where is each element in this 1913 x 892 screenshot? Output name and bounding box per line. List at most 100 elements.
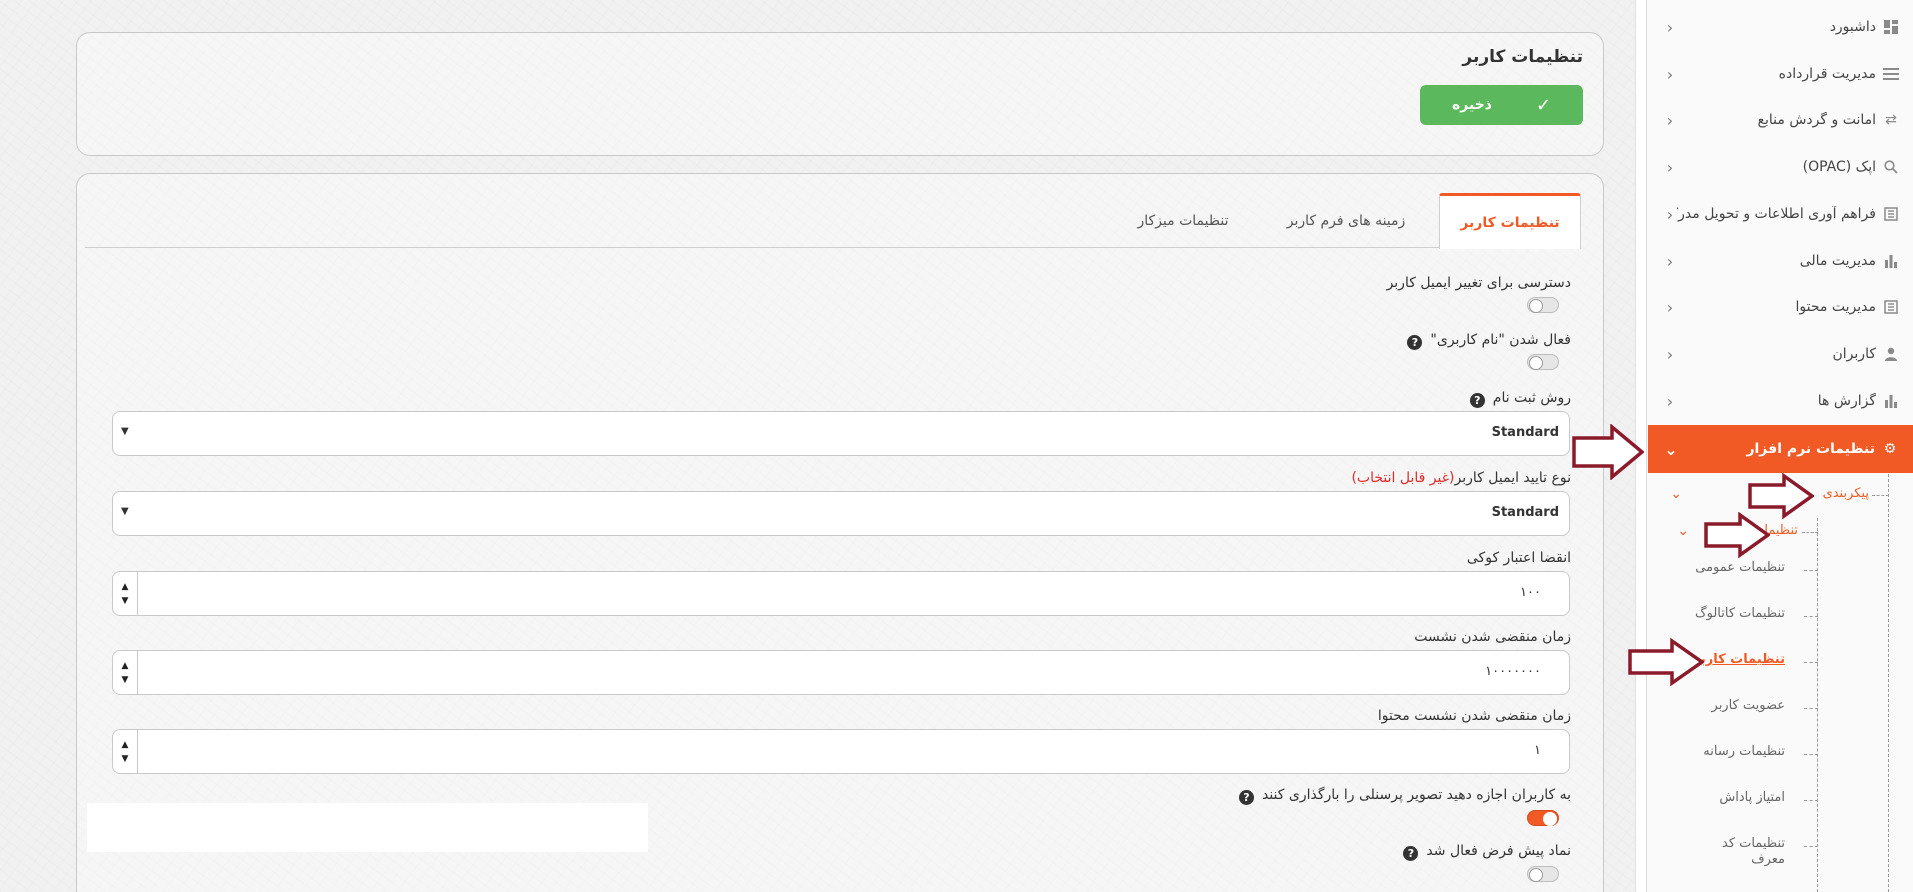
spin-down-icon[interactable]: ▼ xyxy=(122,752,129,766)
dashboard-icon xyxy=(1882,18,1900,36)
spin-down-icon[interactable]: ▼ xyxy=(122,673,129,687)
tree-branch xyxy=(1804,754,1818,755)
sidebar-item-label: کاربران xyxy=(1832,346,1876,362)
sidebar-subitem-referral-code[interactable]: تنظیمات کد xyxy=(1722,836,1785,851)
number-spinner[interactable]: ▲ ▼ xyxy=(113,572,138,615)
spin-down-icon[interactable]: ▼ xyxy=(122,594,129,608)
email-verification-value: Standard xyxy=(1491,505,1559,520)
email-verification-text: نوع تایید ایمیل کاربر xyxy=(1454,470,1571,486)
sidebar-item-dashboard[interactable]: داشبورد ‹ xyxy=(1647,4,1913,50)
registration-method-text: روش ثبت نام xyxy=(1492,390,1571,406)
caret-down-icon: ▼ xyxy=(121,426,129,437)
tab-desk-settings[interactable]: تنظیمات میزکار xyxy=(1113,193,1253,249)
sidebar-item-label: مدیریت قرارداده xyxy=(1778,66,1876,82)
spin-up-icon[interactable]: ▲ xyxy=(122,738,129,752)
default-avatar-text: نماد پیش فرض فعال شد xyxy=(1426,843,1571,859)
tab-user-settings[interactable]: تنظیمات کاربر xyxy=(1439,193,1581,249)
email-verification-select[interactable]: Standard ▼ xyxy=(112,491,1570,536)
chevron-left-icon: ‹ xyxy=(1666,204,1674,224)
chevron-left-icon: ‹ xyxy=(1666,251,1674,271)
sidebar-subitem-media[interactable]: تنظیمات رسانه xyxy=(1703,744,1785,759)
not-selectable-note: (غیر قابل انتخاب) xyxy=(1351,470,1455,486)
contract-icon xyxy=(1882,65,1900,83)
user-icon xyxy=(1882,345,1900,363)
chevron-left-icon: ‹ xyxy=(1666,344,1674,364)
tree-branch xyxy=(1804,846,1818,847)
tree-branch xyxy=(1804,708,1818,709)
help-icon[interactable]: ? xyxy=(1238,790,1254,805)
number-spinner[interactable]: ▲ ▼ xyxy=(113,651,138,694)
session-expiry-label: زمان منقضی شدن نشست xyxy=(1414,629,1571,645)
cookie-expiry-input[interactable]: ۱۰۰ ▲ ▼ xyxy=(112,571,1570,616)
tree-branch xyxy=(1804,800,1818,801)
sidebar-item-acquisition[interactable]: فراهم آوری اطلاعات و تحویل مدرک ‹ xyxy=(1647,191,1913,237)
sidebar-subitem-reward[interactable]: امتیاز پاداش xyxy=(1719,790,1785,805)
email-change-access-toggle[interactable] xyxy=(1527,297,1559,313)
sidebar-item-content[interactable]: مدیریت محتوا ‹ xyxy=(1647,284,1913,330)
content-session-expiry-value: ۱ xyxy=(1534,743,1541,758)
sidebar-subitem-config[interactable]: پیکربندی xyxy=(1823,486,1869,501)
exchange-icon: ⇄ xyxy=(1885,112,1897,128)
spin-up-icon[interactable]: ▲ xyxy=(122,659,129,673)
sidebar-subitem-catalog[interactable]: تنظیمات کاتالوگ xyxy=(1695,606,1785,621)
tab-user-form-fields[interactable]: زمینه های فرم کاربر xyxy=(1271,193,1421,249)
sidebar-subitem-general[interactable]: تنظیمات عمومی xyxy=(1695,560,1785,575)
registration-method-value: Standard xyxy=(1491,425,1559,440)
registration-method-select[interactable]: Standard ▼ xyxy=(112,411,1570,456)
chevron-down-icon: ⌄ xyxy=(1677,523,1689,539)
allow-photo-toggle[interactable] xyxy=(1527,810,1559,826)
session-expiry-input[interactable]: ۱۰۰۰۰۰۰۰ ▲ ▼ xyxy=(112,650,1570,695)
allow-photo-label: به کاربران اجازه دهید تصویر پرسنلی را با… xyxy=(1238,787,1571,805)
chevron-left-icon: ‹ xyxy=(1666,110,1674,130)
registration-method-label: روش ثبت نام? xyxy=(1469,390,1571,408)
sidebar-subitem-membership[interactable]: عضویت کاربر xyxy=(1712,698,1785,713)
tree-line xyxy=(1888,474,1889,892)
tree-branch xyxy=(1804,662,1818,663)
sidebar-item-label: مدیریت محتوا xyxy=(1795,299,1876,315)
help-icon[interactable]: ? xyxy=(1469,393,1485,408)
chevron-down-icon: ⌄ xyxy=(1664,439,1678,459)
help-icon[interactable]: ? xyxy=(1407,335,1423,350)
sidebar-item-finance[interactable]: مدیریت مالی ‹ xyxy=(1647,238,1913,284)
save-button[interactable]: ✓ ذخیره xyxy=(1420,85,1583,125)
email-change-access-label: دسترسی برای تغییر ایمیل کاربر xyxy=(1386,275,1571,291)
help-icon[interactable]: ? xyxy=(1403,846,1419,861)
sidebar-item-software-settings[interactable]: ⚙ تنظیمات نرم افزار ⌄ xyxy=(1648,425,1913,473)
sidebar-item-label: فراهم آوری اطلاعات و تحویل مدرک xyxy=(1677,206,1876,222)
sidebar-item-users[interactable]: کاربران ‹ xyxy=(1647,331,1913,377)
sidebar-subitem-user-settings[interactable]: تنظیمات کاربر xyxy=(1693,652,1785,667)
sidebar-subitem-referral-code-line2: معرف xyxy=(1751,852,1785,867)
default-avatar-label: نماد پیش فرض فعال شد? xyxy=(1403,843,1571,861)
tree-branch xyxy=(1804,570,1818,571)
chevron-left-icon: ‹ xyxy=(1666,297,1674,317)
sidebar-item-label: امانت و گردش منابع xyxy=(1757,112,1876,128)
content-session-expiry-input[interactable]: ۱ ▲ ▼ xyxy=(112,729,1570,774)
sidebar-item-label: گزارش ها xyxy=(1817,393,1876,409)
bar-chart-icon xyxy=(1882,392,1900,410)
spin-up-icon[interactable]: ▲ xyxy=(122,580,129,594)
chevron-down-icon: ⌄ xyxy=(1670,486,1682,502)
content-session-expiry-label: زمان منقضی شدن نشست محتوا xyxy=(1377,708,1571,724)
sidebar-item-label: مدیریت مالی xyxy=(1799,253,1876,269)
annotation-arrow-icon xyxy=(1628,638,1704,686)
gear-icon: ⚙ xyxy=(1883,441,1897,457)
chevron-left-icon: ‹ xyxy=(1666,157,1674,177)
tree-line xyxy=(1817,518,1818,892)
sidebar-item-contracts[interactable]: مدیریت قرارداده ‹ xyxy=(1647,51,1913,97)
session-expiry-value: ۱۰۰۰۰۰۰۰ xyxy=(1485,664,1541,679)
username-activation-label: فعال شدن "نام کاربری"? xyxy=(1407,332,1571,350)
username-activation-toggle[interactable] xyxy=(1527,354,1559,370)
sidebar-item-circulation[interactable]: ⇄ امانت و گردش منابع ‹ xyxy=(1647,97,1913,143)
cookie-expiry-value: ۱۰۰ xyxy=(1520,585,1541,600)
tree-branch xyxy=(1804,616,1818,617)
email-verification-label: نوع تایید ایمیل کاربر(غیر قابل انتخاب) xyxy=(1351,470,1571,486)
number-spinner[interactable]: ▲ ▼ xyxy=(113,730,138,773)
sidebar-item-label: داشبورد xyxy=(1829,19,1876,35)
default-avatar-toggle[interactable] xyxy=(1527,866,1559,882)
save-button-label: ذخیره xyxy=(1451,97,1492,113)
sidebar-item-label: اپک (OPAC) xyxy=(1802,159,1876,175)
bar-chart-icon xyxy=(1882,252,1900,270)
header-card: تنظیمات کاربر ✓ ذخیره xyxy=(76,32,1604,156)
sidebar-item-opac[interactable]: اپک (OPAC) ‹ xyxy=(1647,144,1913,190)
sidebar-item-reports[interactable]: گزارش ها ‹ xyxy=(1647,378,1913,424)
